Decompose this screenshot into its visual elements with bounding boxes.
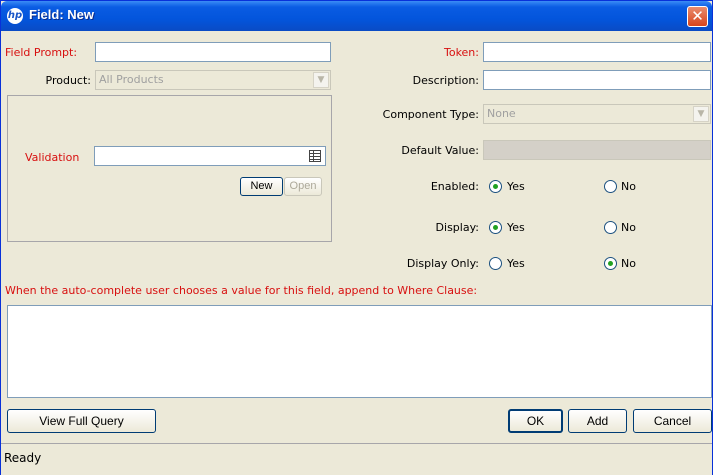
open-button[interactable]: Open [284,177,322,196]
display-no-label: No [621,221,636,234]
enabled-label: Enabled: [430,180,479,193]
enabled-no-label: No [621,180,636,193]
chevron-down-icon[interactable]: ▼ [693,106,709,122]
hp-logo-icon: hp [7,8,23,24]
product-label: Product: [45,74,91,87]
field-prompt-label: Field Prompt: [5,46,78,59]
field-prompt-input[interactable] [95,42,331,62]
window-title: Field: New [29,7,95,22]
status-text: Ready [4,451,42,465]
token-label: Token: [443,46,479,59]
token-input[interactable] [483,42,711,62]
enabled-no-radio[interactable] [604,180,617,193]
display-only-yes-label: Yes [507,257,525,270]
chevron-down-icon[interactable]: ▼ [313,72,329,88]
lookup-list-icon[interactable] [309,150,321,162]
display-only-no-radio[interactable] [604,257,617,270]
component-type-value: None [487,107,516,120]
close-button[interactable]: ✕ [687,6,708,27]
where-clause-textarea[interactable] [7,305,712,398]
title-bar[interactable]: hp Field: New ✕ [1,1,712,31]
component-type-select[interactable]: None ▼ [483,104,711,124]
display-only-yes-radio[interactable] [489,257,502,270]
enabled-yes-radio[interactable] [489,180,502,193]
view-full-query-button[interactable]: View Full Query [7,409,156,433]
ok-button[interactable]: OK [508,409,563,433]
where-clause-label: When the auto-complete user chooses a va… [5,284,478,297]
display-no-radio[interactable] [604,221,617,234]
enabled-yes-label: Yes [507,180,525,193]
validation-panel: Validation New Open [7,95,332,242]
new-button[interactable]: New [240,177,283,196]
cancel-button[interactable]: Cancel [633,409,712,433]
product-select[interactable]: All Products ▼ [95,70,331,90]
display-only-label: Display Only: [406,257,479,270]
display-yes-radio[interactable] [489,221,502,234]
default-value-input [483,140,711,160]
validation-input[interactable] [94,146,326,166]
default-value-label: Default Value: [401,144,479,157]
display-only-no-label: No [621,257,636,270]
description-label: Description: [412,74,479,87]
product-value: All Products [99,73,164,86]
add-button[interactable]: Add [568,409,627,433]
display-label: Display: [435,221,479,234]
validation-label: Validation [25,151,80,164]
display-yes-label: Yes [507,221,525,234]
description-input[interactable] [483,70,711,90]
component-type-label: Component Type: [382,108,479,121]
field-new-dialog: hp Field: New ✕ Field Prompt: Product: A… [0,0,713,475]
status-bar: Ready [1,443,712,475]
